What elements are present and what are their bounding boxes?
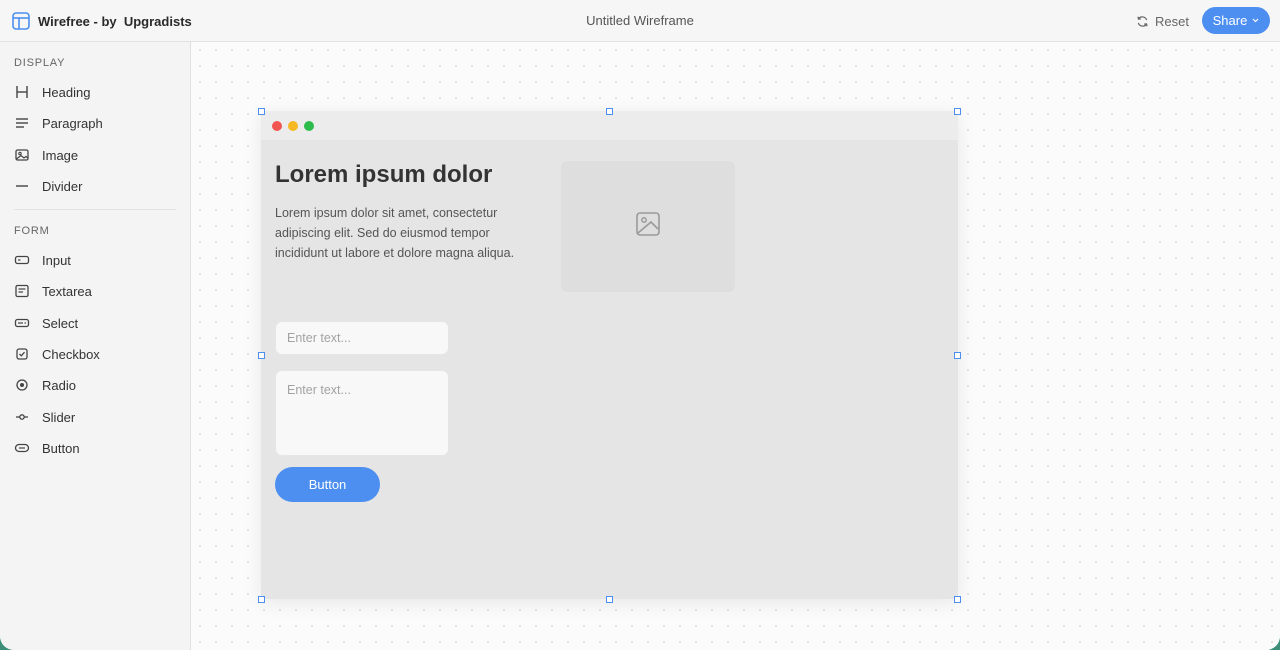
image-icon [635,211,661,242]
sidebar: DISPLAY Heading Paragraph Image Divider [0,42,191,650]
divider-icon [14,178,30,194]
sidebar-item-checkbox[interactable]: Checkbox [14,343,179,365]
sidebar-item-textarea[interactable]: Textarea [14,280,179,302]
resize-handle-top-left[interactable] [258,108,265,115]
canvas[interactable]: Lorem ipsum dolor Lorem ipsum dolor sit … [192,42,1280,650]
heading-icon [14,84,30,100]
sidebar-item-label: Textarea [42,283,92,299]
document-title-wrap: Untitled Wireframe [0,13,1280,28]
sidebar-item-label: Radio [42,377,76,393]
sidebar-item-image[interactable]: Image [14,144,179,166]
frame-titlebar [261,111,958,140]
wireframe-button[interactable]: Button [275,467,380,502]
resize-handle-top[interactable] [606,108,613,115]
sidebar-item-paragraph[interactable]: Paragraph [14,112,179,134]
paragraph-icon [14,115,30,131]
sidebar-item-label: Heading [42,84,91,100]
window-maximize-dot [304,121,314,131]
document-title[interactable]: Untitled Wireframe [586,13,694,28]
image-icon [14,147,30,163]
sidebar-item-label: Paragraph [42,115,103,131]
sidebar-item-divider[interactable]: Divider [14,175,179,197]
sidebar-item-label: Input [42,252,71,268]
sidebar-item-heading[interactable]: Heading [14,81,179,103]
sidebar-item-label: Select [42,315,79,331]
brand: Wirefree - by Upgradists [12,11,192,31]
sidebar-item-label: Checkbox [42,346,100,362]
layout-logo-icon [12,12,30,30]
wireframe-image[interactable] [561,161,735,292]
resize-handle-top-right[interactable] [954,108,961,115]
textarea-icon [14,283,30,299]
sidebar-item-input[interactable]: Input [14,249,179,271]
radio-icon [14,377,30,393]
resize-handle-bottom-left[interactable] [258,596,265,603]
resize-handle-left[interactable] [258,352,265,359]
top-bar: Wirefree - by Upgradists Untitled Wirefr… [0,0,1280,42]
share-label: Share [1212,13,1248,28]
sidebar-item-label: Divider [42,178,83,194]
refresh-icon [1136,15,1149,28]
sidebar-item-radio[interactable]: Radio [14,374,179,396]
reset-button[interactable]: Reset [1136,11,1189,31]
app-window: Wirefree - by Upgradists Untitled Wirefr… [0,0,1280,650]
window-close-dot [272,121,282,131]
resize-handle-right[interactable] [954,352,961,359]
sidebar-item-button[interactable]: Button [14,437,179,459]
sidebar-item-label: Image [42,147,79,163]
wireframe-textarea[interactable] [275,370,449,456]
share-button[interactable]: Share [1202,7,1270,34]
sidebar-item-label: Slider [42,409,76,425]
wireframe-paragraph[interactable]: Lorem ipsum dolor sit amet, consectetur … [275,203,535,263]
sidebar-item-select[interactable]: Select [14,312,179,334]
input-icon [14,252,30,268]
sidebar-item-slider[interactable]: Slider [14,406,179,428]
resize-handle-bottom[interactable] [606,596,613,603]
chevron-down-icon [1252,18,1259,23]
wireframe-heading[interactable]: Lorem ipsum dolor [275,161,492,189]
slider-icon [14,409,30,425]
resize-handle-bottom-right[interactable] [954,596,961,603]
reset-label: Reset [1155,13,1189,29]
sidebar-divider [14,209,176,210]
checkbox-icon [14,346,30,362]
section-label-display: DISPLAY [14,57,66,69]
select-icon [14,315,30,331]
wireframe-text-input[interactable] [275,321,449,355]
wireframe-frame[interactable]: Lorem ipsum dolor Lorem ipsum dolor sit … [261,111,958,599]
window-minimize-dot [288,121,298,131]
brand-name: Wirefree - by Upgradists [38,13,192,29]
section-label-form: FORM [14,225,50,237]
button-icon [14,440,30,456]
sidebar-item-label: Button [42,440,80,456]
